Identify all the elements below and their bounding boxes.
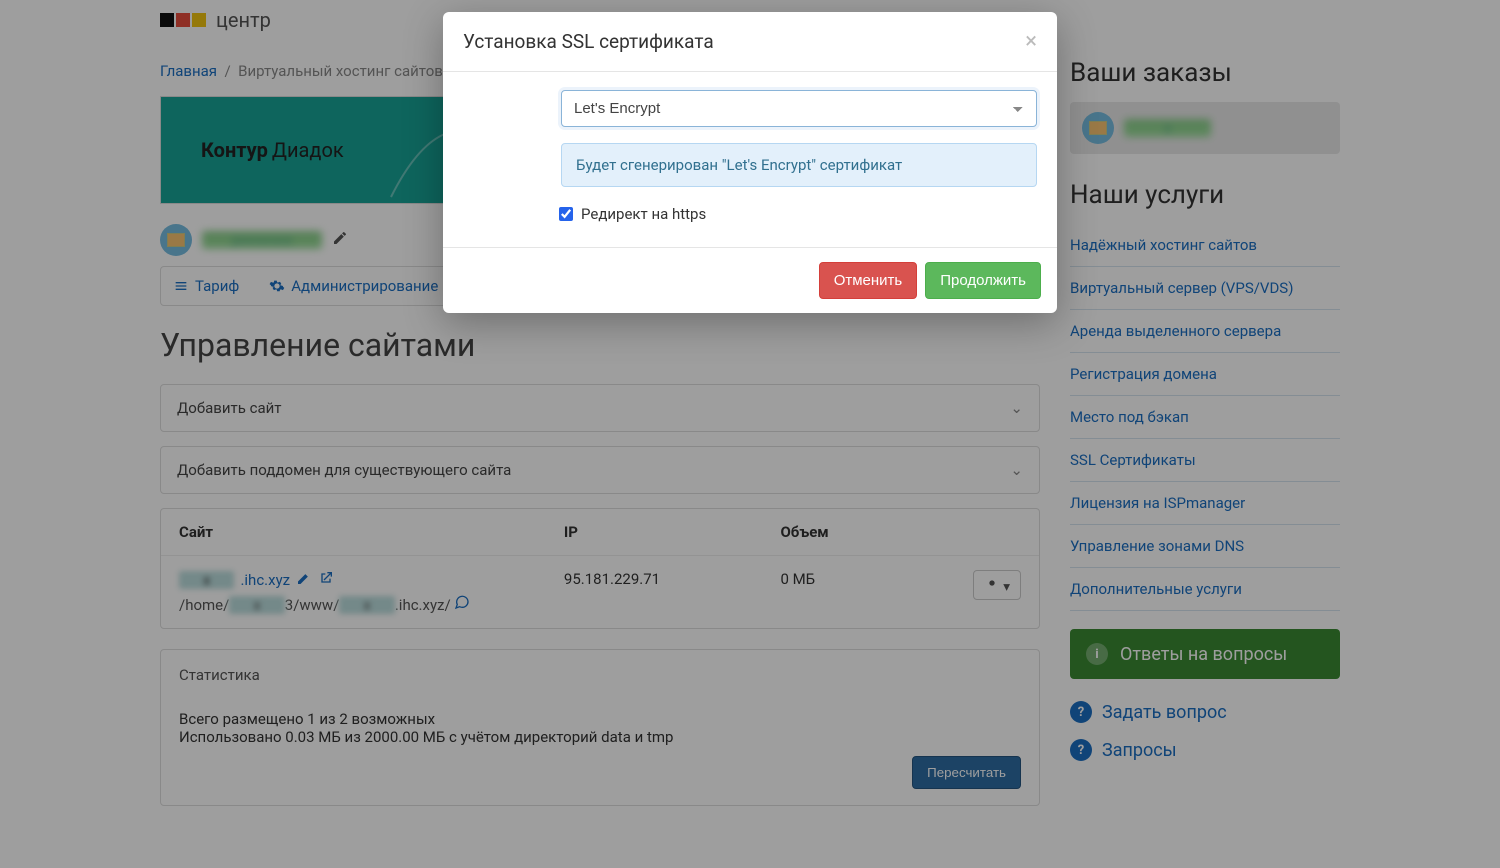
https-redirect-checkbox[interactable] <box>559 207 573 221</box>
https-redirect-label: Редирект на https <box>581 205 706 223</box>
cert-info-box: Будет сгенерирован "Let's Encrypt" серти… <box>561 143 1037 187</box>
ssl-install-modal: Установка SSL сертификата × Let's Encryp… <box>443 12 1057 313</box>
cancel-button[interactable]: Отменить <box>819 262 918 299</box>
cert-type-select[interactable]: Let's Encrypt <box>561 90 1037 127</box>
https-redirect-row[interactable]: Редирект на https <box>559 205 1037 223</box>
modal-title: Установка SSL сертификата <box>463 30 714 53</box>
modal-close-button[interactable]: × <box>1025 31 1037 53</box>
continue-button[interactable]: Продолжить <box>925 262 1041 299</box>
